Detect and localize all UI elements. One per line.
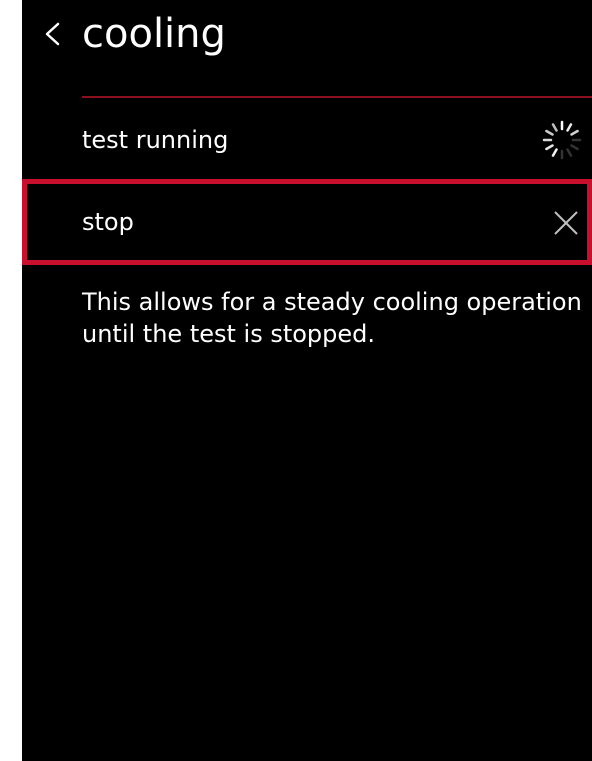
stop-label: stop: [82, 208, 134, 236]
loading-spinner-icon: [542, 120, 582, 160]
close-icon: [554, 211, 578, 235]
header: cooling: [22, 0, 592, 80]
status-label: test running: [82, 126, 229, 154]
back-button[interactable]: [38, 14, 70, 54]
description-text: This allows for a steady cooling operati…: [82, 288, 582, 348]
status-row: test running: [22, 100, 592, 180]
page-title: cooling: [82, 11, 226, 57]
stop-button[interactable]: stop: [22, 179, 592, 265]
divider: [82, 96, 592, 98]
chevron-left-icon: [45, 22, 60, 46]
screen: cooling test running stop This allows fo…: [22, 0, 592, 761]
